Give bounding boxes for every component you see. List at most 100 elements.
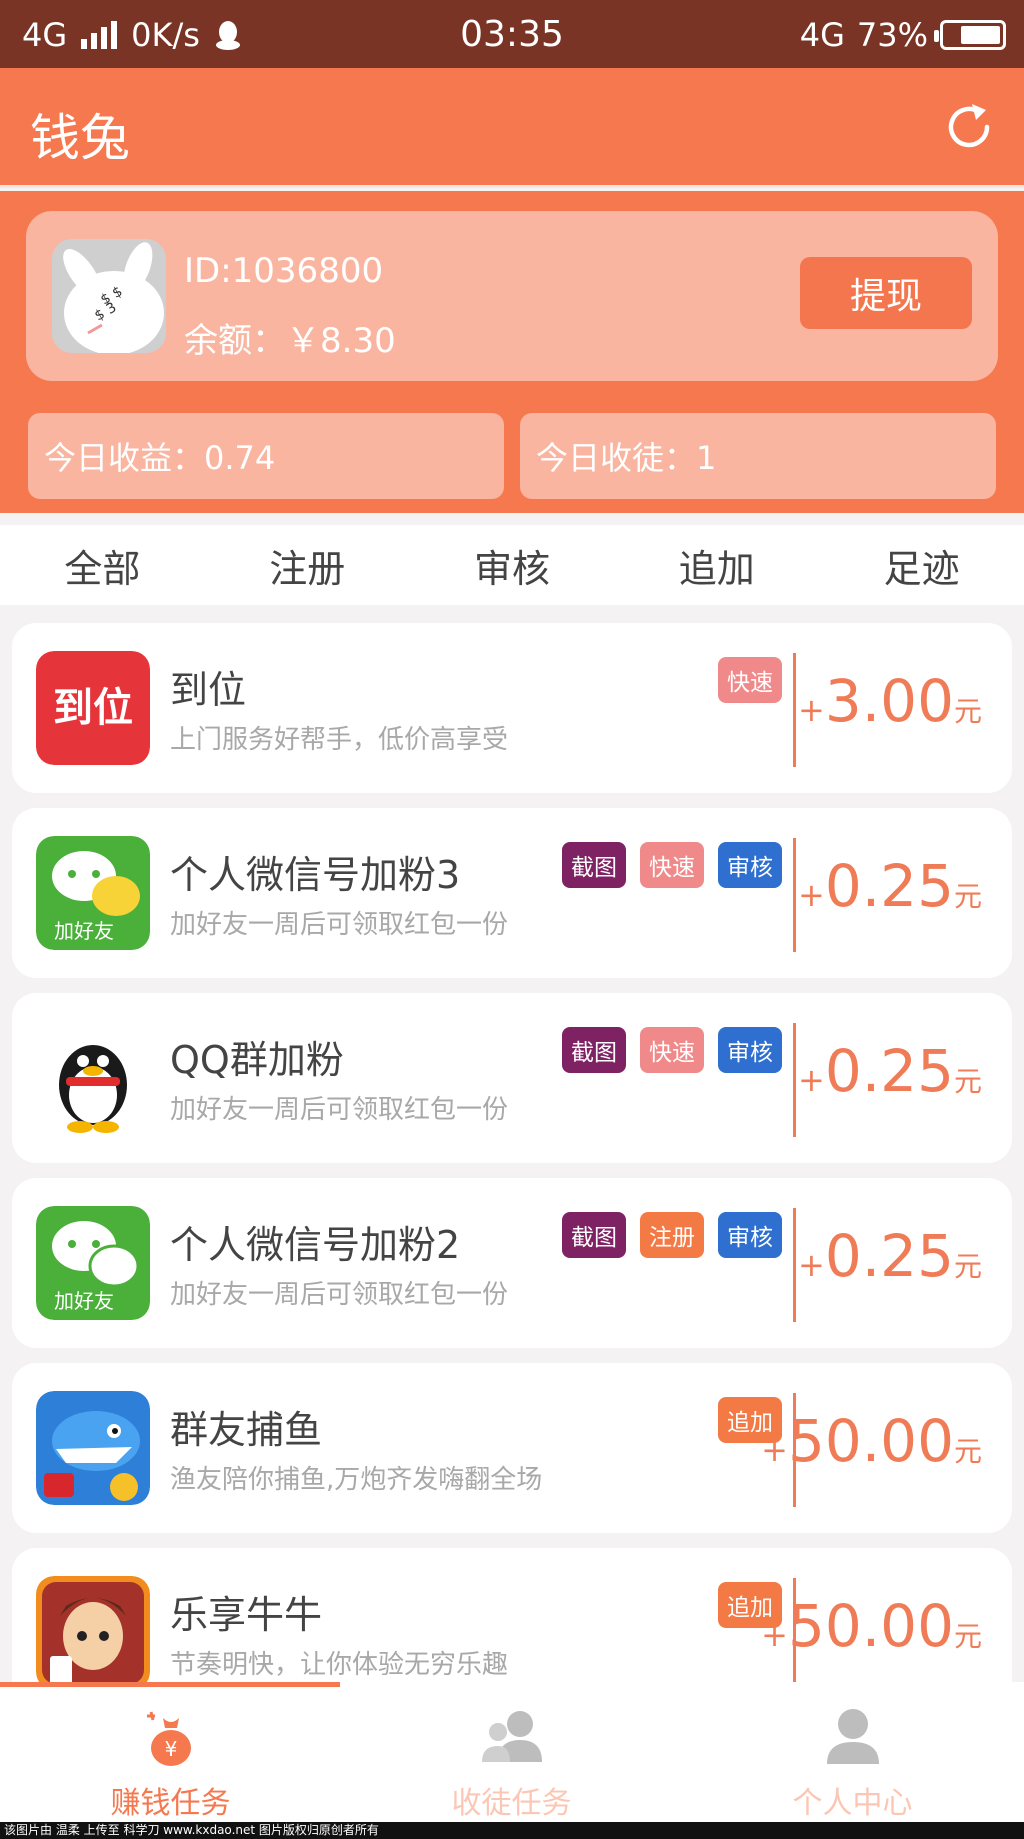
category-tabs: 全部 注册 审核 追加 足迹 [0,525,1024,605]
card-game-icon [36,1576,150,1690]
tag-screenshot: 截图 [562,1212,626,1258]
tag-screenshot: 截图 [562,842,626,888]
nav-label: 赚钱任务 [110,1786,231,1821]
today-apprentice: 今日收徒：1 [520,413,996,499]
bottom-nav: ¥ 赚钱任务 收徒任务 个人中心 [0,1682,1024,1822]
reward-plus: + [798,691,825,729]
task-title: QQ群加粉 [170,1038,344,1082]
tab-review[interactable]: 审核 [410,525,615,605]
watermark: 该图片由 温柔 上传至 科学刀 www.kxdao.net 图片版权归原创者所有 [0,1822,1024,1839]
reward-amount: 0.25 [824,1222,954,1290]
task-description: 加好友一周后可领取红包一份 [170,1280,509,1310]
tag-register: 注册 [640,1212,704,1258]
user-id: ID:1036800 [184,251,384,291]
money-bag-icon: ¥ [146,1711,191,1766]
tag-fast: 快速 [640,842,704,888]
tab-append[interactable]: 追加 [614,525,819,605]
reward-plus: + [798,876,825,914]
task-card[interactable]: 加好友 个人微信号加粉2 加好友一周后可领取红包一份 截图 注册 审核 + 0.… [12,1178,1012,1348]
reward-amount: 3.00 [824,667,954,735]
reward-amount: 50.00 [787,1592,954,1660]
rabbit-avatar-icon: $ $ $ 3 [52,239,166,353]
nav-apprentice-tasks[interactable]: 收徒任务 [341,1682,682,1822]
task-title: 个人微信号加粉2 [170,1223,461,1267]
tag-review: 审核 [718,1212,782,1258]
tag-screenshot: 截图 [562,1027,626,1073]
tag-fast: 快速 [718,657,782,703]
reward-unit: 元 [953,1250,982,1283]
task-reward: + 50.00 元 [761,1592,982,1660]
task-title: 到位 [170,668,247,712]
task-tags: 截图 快速 审核 [562,842,782,888]
task-card[interactable]: 群友捕鱼 渔友陪你捕鱼,万炮齐发嗨翻全场 追加 + 50.00 元 [12,1363,1012,1533]
task-title: 个人微信号加粉3 [170,853,461,897]
wechat-add-friend-icon: 加好友 [36,1206,150,1320]
reward-plus: + [761,1616,788,1654]
tab-footprint[interactable]: 足迹 [819,525,1024,605]
icon-text: 加好友 [54,1289,114,1313]
group-users-icon [481,1711,542,1762]
task-description: 节奏明快，让你体验无穷乐趣 [170,1650,509,1680]
reward-divider [793,838,796,952]
icon-text: 加好友 [54,919,114,943]
withdraw-button[interactable]: 提现 [800,257,972,329]
tab-all[interactable]: 全部 [0,525,205,605]
task-tags: 快速 [718,657,782,703]
reward-unit: 元 [953,1620,982,1653]
task-card[interactable]: 加好友 个人微信号加粉3 加好友一周后可领取红包一份 截图 快速 审核 + 0.… [12,808,1012,978]
reward-plus: + [798,1246,825,1284]
reward-amount: 0.25 [824,1037,954,1105]
reward-amount: 0.25 [824,852,954,920]
task-description: 加好友一周后可领取红包一份 [170,910,509,940]
svg-text:到位: 到位 [53,685,133,731]
avatar[interactable]: $ $ $ 3 [52,239,166,353]
task-description: 渔友陪你捕鱼,万炮齐发嗨翻全场 [170,1465,543,1495]
nav-profile[interactable]: 个人中心 [682,1682,1023,1822]
task-card[interactable]: QQ群加粉 加好友一周后可领取红包一份 截图 快速 审核 + 0.25 元 [12,993,1012,1163]
reward-plus: + [798,1061,825,1099]
reward-unit: 元 [953,880,982,913]
reward-unit: 元 [953,1435,982,1468]
reward-unit: 元 [953,1065,982,1098]
nav-earn-tasks[interactable]: ¥ 赚钱任务 [0,1682,341,1822]
network-type-right: 4G [799,16,845,54]
task-reward: + 0.25 元 [798,852,982,920]
task-title: 乐享牛牛 [170,1593,323,1637]
tab-register[interactable]: 注册 [205,525,410,605]
reward-divider [793,1023,796,1137]
reward-plus: + [761,1431,788,1469]
reward-divider [793,653,796,767]
app-title: 钱兔 [30,109,130,167]
daowei-icon: 到位 [36,651,150,765]
task-reward: + 3.00 元 [798,667,982,735]
tag-review: 审核 [718,842,782,888]
account-header: $ $ $ 3 ID:1036800 余额：￥8.30 提现 今日收益：0.74… [0,191,1024,513]
nav-label: 个人中心 [792,1786,913,1821]
task-reward: + 50.00 元 [761,1407,982,1475]
reward-amount: 50.00 [787,1407,954,1475]
qq-penguin-icon [36,1021,150,1135]
tag-fast: 快速 [640,1027,704,1073]
task-title: 群友捕鱼 [170,1408,323,1452]
nav-label: 收徒任务 [451,1786,572,1821]
account-card: $ $ $ 3 ID:1036800 余额：￥8.30 提现 [26,211,998,381]
tag-review: 审核 [718,1027,782,1073]
battery-percent: 73% [856,16,928,54]
task-tags: 截图 快速 审核 [562,1027,782,1073]
reward-divider [793,1208,796,1322]
reward-unit: 元 [953,695,982,728]
app-bar: 钱兔 [0,68,1024,188]
svg-text:¥: ¥ [164,1737,177,1761]
task-card[interactable]: 到位 到位 上门服务好帮手，低价高享受 快速 + 3.00 元 [12,623,1012,793]
balance: 余额：￥8.30 [184,321,396,361]
battery-icon [934,20,1006,50]
task-description: 上门服务好帮手，低价高享受 [170,725,509,755]
status-bar: 4G 0K/s 03:35 4G 73% [0,0,1024,68]
wechat-add-friend-icon: 加好友 [36,836,150,950]
user-icon [826,1709,879,1764]
refresh-icon[interactable] [942,100,996,154]
today-income: 今日收益：0.74 [28,413,504,499]
task-tags: 截图 注册 审核 [562,1212,782,1258]
task-description: 加好友一周后可领取红包一份 [170,1095,509,1125]
task-reward: + 0.25 元 [798,1037,982,1105]
